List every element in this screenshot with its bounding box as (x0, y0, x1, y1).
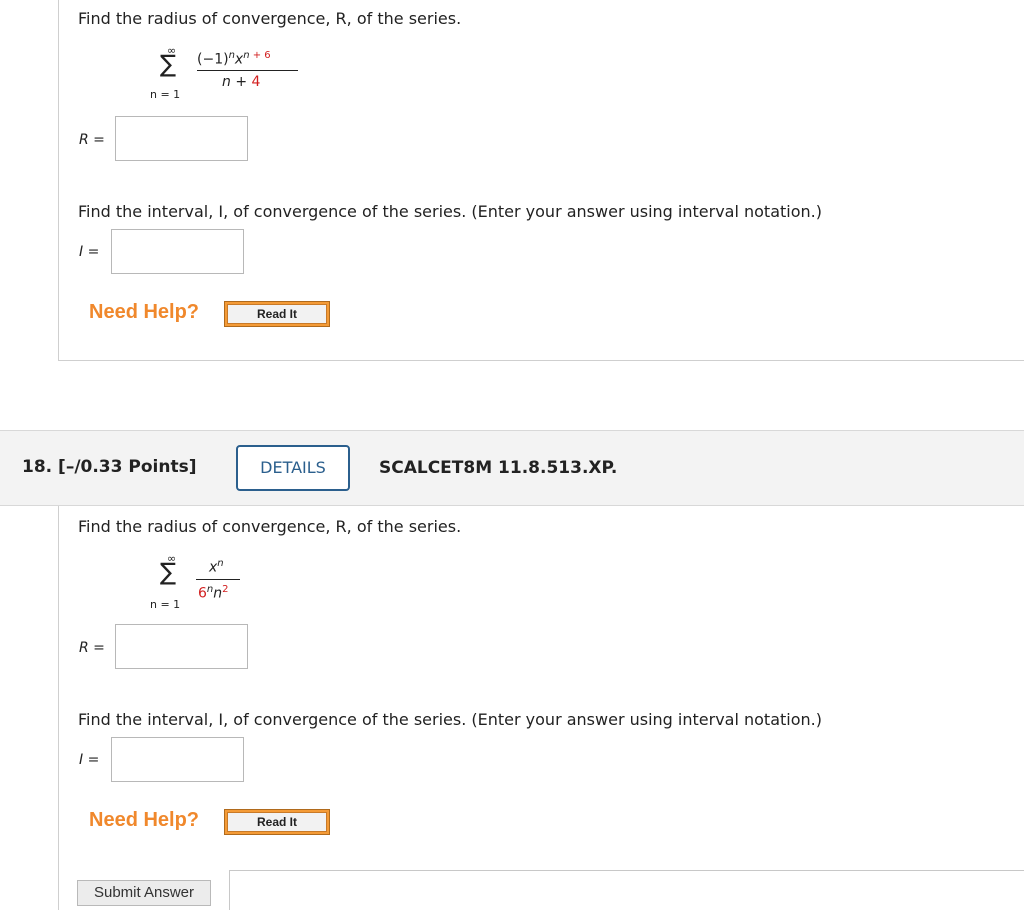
q17-need-help: Need Help? (89, 301, 200, 323)
q17-numerator: (−1)nxn + 6 (197, 50, 271, 68)
q18-radius-prompt: Find the radius of convergence, R, of th… (78, 517, 462, 536)
q18-interval-input[interactable] (111, 737, 244, 782)
q18-details-button[interactable]: DETAILS (236, 445, 350, 491)
q17-i-label: I = (79, 244, 100, 260)
q18-numerator: xn (209, 558, 224, 576)
q18-series: ∞ ∑ n = 1 xn 6nn2 (146, 552, 266, 614)
q17-interval-prompt: Find the interval, I, of convergence of … (78, 202, 822, 221)
submit-answer-button[interactable]: Submit Answer (77, 880, 211, 906)
q17-radius-prompt: Find the radius of convergence, R, of th… (78, 9, 462, 28)
sigma-icon: ∑ (160, 50, 177, 78)
q17-fraction-bar (197, 70, 298, 71)
q18-points: [–/0.33 Points] (58, 457, 197, 477)
q18-number: 18. [–/0.33 Points] (22, 457, 197, 477)
q18-assignment-code: SCALCET8M 11.8.513.XP. (379, 458, 618, 478)
q17-r-label: R = (79, 132, 105, 148)
q18-need-help: Need Help? (89, 809, 200, 831)
q18-interval-prompt: Find the interval, I, of convergence of … (78, 710, 822, 729)
q17-series: ∞ ∑ n = 1 (−1)nxn + 6 n + 4 (146, 44, 306, 104)
q18-fraction-bar (196, 579, 240, 580)
q17-radius-input[interactable] (115, 116, 248, 161)
q18-r-label: R = (79, 640, 105, 656)
q18-sum-lower: n = 1 (150, 598, 181, 611)
q17-denominator: n + 4 (222, 74, 261, 90)
sigma-icon: ∑ (160, 558, 177, 586)
q18-i-label: I = (79, 752, 100, 768)
q17-sum-lower: n = 1 (150, 88, 181, 101)
q18-read-it-button[interactable]: Read It (224, 809, 330, 835)
q18-radius-input[interactable] (115, 624, 248, 669)
q18-read-it-label: Read It (227, 812, 327, 832)
submit-status-area (229, 870, 1024, 910)
q18-denominator: 6nn2 (198, 584, 229, 602)
q17-read-it-button[interactable]: Read It (224, 301, 330, 327)
q17-read-it-label: Read It (227, 304, 327, 324)
q17-interval-input[interactable] (111, 229, 244, 274)
